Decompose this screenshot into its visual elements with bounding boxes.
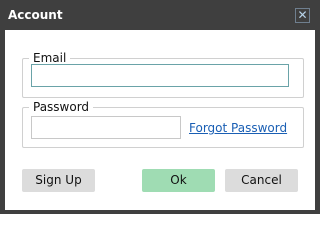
title-bar[interactable]: Account ✕ <box>0 0 320 30</box>
dialog-title: Account <box>8 8 63 22</box>
password-label: Password <box>33 100 90 114</box>
cancel-button[interactable]: Cancel <box>225 169 298 192</box>
sign-up-button[interactable]: Sign Up <box>22 169 95 192</box>
dialog-content: Email Password Forgot Password Sign Up O… <box>5 30 315 210</box>
email-label: Email <box>33 51 67 65</box>
close-icon: ✕ <box>297 8 308 22</box>
email-field[interactable] <box>31 64 289 87</box>
ok-button[interactable]: Ok <box>142 169 215 192</box>
close-button[interactable]: ✕ <box>295 8 310 23</box>
password-field[interactable] <box>31 116 181 139</box>
forgot-password-link[interactable]: Forgot Password <box>189 121 287 135</box>
account-dialog: Account ✕ Email Password Forgot Password… <box>0 0 320 214</box>
